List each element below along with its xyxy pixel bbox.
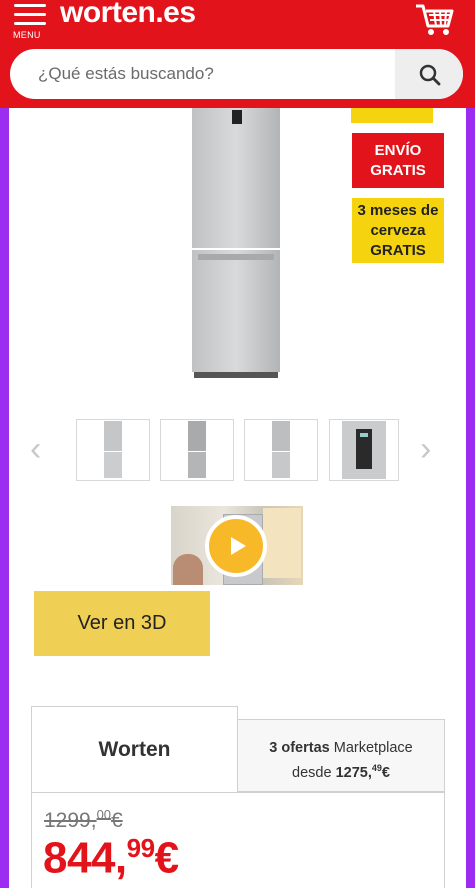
search-button[interactable] xyxy=(395,49,463,99)
chevron-left-icon[interactable]: ‹ xyxy=(30,432,41,466)
video-scene-window xyxy=(263,508,301,578)
search-bar xyxy=(10,49,463,99)
beer-promo-badge: 3 meses de cerveza GRATIS xyxy=(352,198,444,263)
menu-label: MENU xyxy=(13,30,41,40)
marketplace-from-label: desde xyxy=(292,764,332,781)
thumbnail-2[interactable] xyxy=(160,419,234,481)
offers-panel: Worten 3 ofertas Marketplace desde 1275,… xyxy=(31,706,445,888)
cart-icon xyxy=(416,4,454,35)
hamburger-icon xyxy=(14,4,46,7)
original-price-dec: 00 xyxy=(96,807,112,822)
cart-button[interactable] xyxy=(414,2,456,38)
left-side-bar xyxy=(0,108,9,888)
marketplace-currency: € xyxy=(381,764,390,781)
play-button[interactable] xyxy=(205,515,267,577)
search-input[interactable] xyxy=(10,49,395,99)
current-price-dec: 99 xyxy=(126,833,155,863)
menu-button[interactable]: MENU xyxy=(12,2,48,40)
search-icon xyxy=(419,64,441,86)
hamburger-icon-bar xyxy=(14,22,46,25)
current-price-int: 844, xyxy=(43,833,127,883)
free-shipping-badge: ENVÍO GRATIS xyxy=(352,133,444,188)
hamburger-icon-bar xyxy=(14,13,46,16)
current-price-currency: € xyxy=(154,833,179,883)
play-icon xyxy=(230,537,246,555)
site-header: MENU worten.es xyxy=(0,0,475,108)
original-price: 1299,00€ xyxy=(44,807,123,833)
current-price: 844,99€ xyxy=(43,833,179,884)
promo-badge-top xyxy=(351,108,433,123)
tab-worten[interactable]: Worten xyxy=(31,706,238,792)
control-panel-thumbnail-icon xyxy=(342,421,386,479)
price-box: 1299,00€ 844,99€ xyxy=(31,792,445,888)
original-price-currency: € xyxy=(111,809,123,832)
fridge-thumbnail-icon xyxy=(104,421,122,478)
product-image[interactable] xyxy=(188,108,284,380)
video-scene-person xyxy=(173,554,203,585)
chevron-right-icon[interactable]: › xyxy=(420,432,431,466)
thumbnail-3[interactable] xyxy=(244,419,318,481)
marketplace-offer-count: 3 ofertas xyxy=(269,740,330,756)
view-3d-button[interactable]: Ver en 3D xyxy=(34,591,210,656)
tab-marketplace[interactable]: 3 ofertas Marketplace desde 1275,49€ xyxy=(237,719,445,792)
fridge-thumbnail-icon xyxy=(272,421,290,478)
marketplace-price-int: 1275, xyxy=(335,764,372,781)
worten-logo[interactable]: worten.es xyxy=(60,0,196,30)
marketplace-label: Marketplace xyxy=(333,740,413,756)
thumbnail-1[interactable] xyxy=(76,419,150,481)
right-side-bar xyxy=(466,108,475,888)
page: MENU worten.es ¿Qué estás buscando? ENVÍ… xyxy=(0,0,475,888)
thumbnail-4[interactable] xyxy=(329,419,399,481)
fridge-thumbnail-icon xyxy=(188,421,206,478)
original-price-int: 1299, xyxy=(44,809,97,832)
marketplace-price-dec: 49 xyxy=(371,763,382,773)
